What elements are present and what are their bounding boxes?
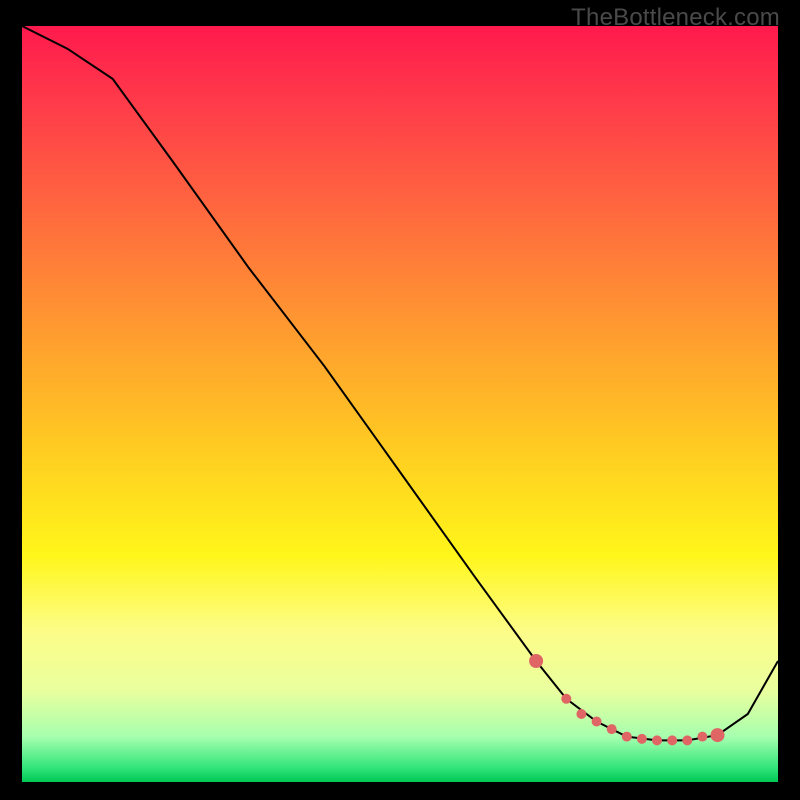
bottleneck-curve-svg xyxy=(22,26,778,782)
marker-point xyxy=(622,732,632,742)
marker-point xyxy=(529,654,543,668)
marker-point xyxy=(576,709,586,719)
gradient-plot-area xyxy=(22,26,778,782)
marker-point xyxy=(607,724,617,734)
marker-point xyxy=(561,694,571,704)
marker-point xyxy=(637,734,647,744)
marker-point xyxy=(682,735,692,745)
highlight-points xyxy=(529,654,724,745)
marker-point xyxy=(667,735,677,745)
marker-point xyxy=(592,717,602,727)
marker-point xyxy=(711,728,725,742)
chart-frame: TheBottleneck.com xyxy=(0,0,800,800)
marker-point xyxy=(697,732,707,742)
bottleneck-curve xyxy=(22,26,778,740)
marker-point xyxy=(652,735,662,745)
